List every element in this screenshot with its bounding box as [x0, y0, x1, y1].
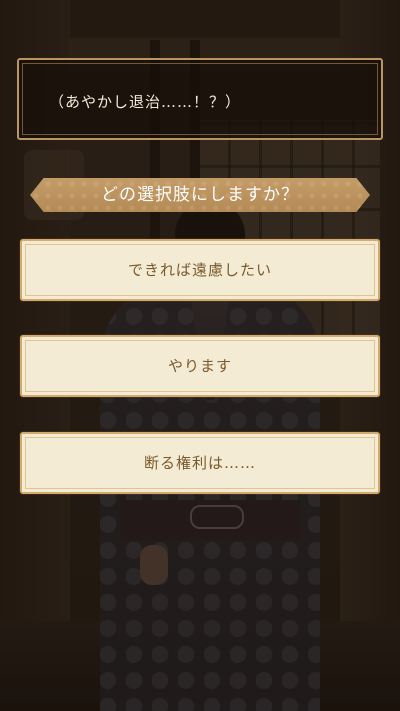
- choice-label: 断る権利は……: [143, 454, 256, 472]
- choice-button-decline[interactable]: できれば遠慮したい: [20, 239, 380, 301]
- dialogue-box: （あやかし退治……！？）: [17, 58, 383, 140]
- choice-button-accept[interactable]: やります: [20, 335, 380, 397]
- choice-label: やります: [167, 357, 232, 375]
- choice-button-refuse-right[interactable]: 断る権利は……: [20, 432, 380, 494]
- choice-prompt-text: どの選択肢にしますか？: [101, 185, 299, 205]
- choice-prompt-banner: どの選択肢にしますか？: [30, 178, 370, 212]
- dialogue-text: （あやかし退治……！？）: [49, 93, 242, 111]
- choice-label: できれば遠慮したい: [127, 261, 272, 279]
